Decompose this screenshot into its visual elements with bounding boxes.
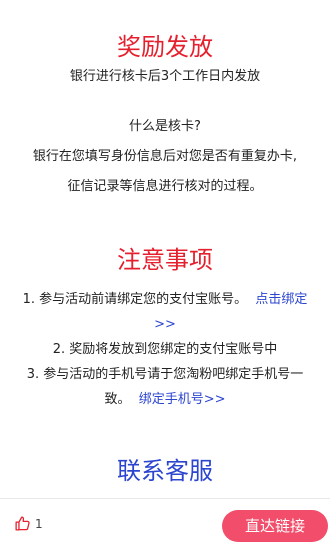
notes-item-1: 1. 参与活动前请绑定您的支付宝账号。 点击绑定: [0, 287, 330, 312]
reward-title: 奖励发放: [117, 33, 213, 61]
direct-link-button[interactable]: 直达链接: [222, 510, 328, 542]
notes-section: 注意事项 1. 参与活动前请绑定您的支付宝账号。 点击绑定 >> 2. 奖励将发…: [0, 245, 330, 412]
verify-section: 什么是核卡? 银行在您填写身份信息后对您是否有重复办卡, 征信记录等信息进行核对…: [0, 118, 330, 208]
thumbs-up-icon: [14, 515, 31, 532]
like-button[interactable]: 1: [14, 515, 43, 532]
verify-line-1: 银行在您填写身份信息后对您是否有重复办卡,: [32, 149, 298, 164]
bottom-bar: 1 直达链接: [0, 498, 330, 553]
verify-line-2: 征信记录等信息进行核对的过程。: [67, 179, 263, 194]
contact-section: 联系客服: [0, 456, 330, 486]
notes-item-3-cont-text: 致。: [104, 392, 131, 407]
reward-section: 奖励发放 银行进行核卡后3个工作日内发放: [0, 32, 330, 86]
notes-item-1-cont: >>: [0, 312, 330, 337]
notes-list: 1. 参与活动前请绑定您的支付宝账号。 点击绑定 >> 2. 奖励将发放到您绑定…: [0, 287, 330, 412]
reward-subtitle: 银行进行核卡后3个工作日内发放: [69, 69, 261, 84]
notes-item-3: 3. 参与活动的手机号请于您淘粉吧绑定手机号一: [26, 367, 304, 382]
bind-alipay-link[interactable]: 点击绑定: [255, 292, 307, 307]
notes-item-1-text: 1. 参与活动前请绑定您的支付宝账号。: [22, 292, 248, 307]
contact-title[interactable]: 联系客服: [0, 456, 330, 486]
bind-alipay-link-arrows[interactable]: >>: [154, 317, 176, 332]
notes-title: 注意事项: [117, 246, 213, 274]
notes-item-3-cont: 致。 绑定手机号>>: [0, 387, 330, 412]
verify-question: 什么是核卡?: [129, 119, 201, 134]
page-content: 奖励发放 银行进行核卡后3个工作日内发放 什么是核卡? 银行在您填写身份信息后对…: [0, 0, 330, 498]
like-count: 1: [35, 516, 43, 531]
notes-item-2: 2. 奖励将发放到您绑定的支付宝账号中: [52, 342, 278, 357]
bind-phone-link[interactable]: 绑定手机号>>: [139, 392, 226, 407]
